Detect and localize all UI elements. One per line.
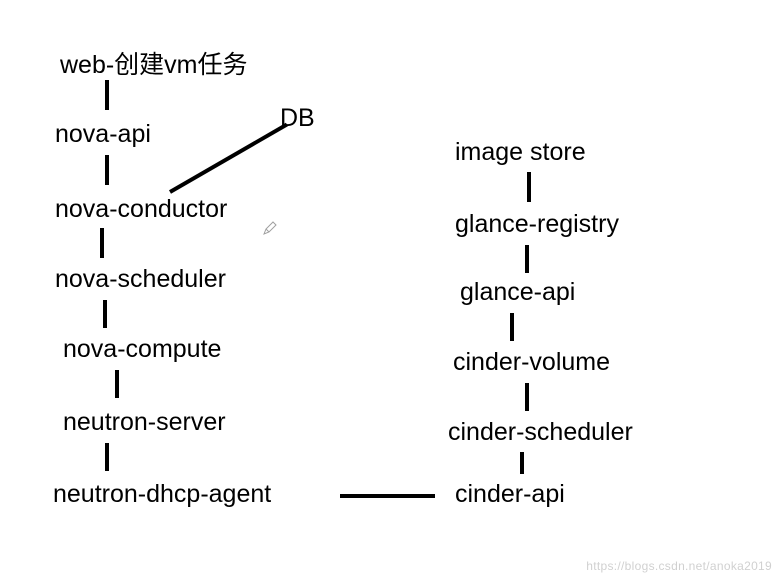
node-cinder-scheduler: cinder-scheduler — [448, 418, 633, 447]
node-db: DB — [280, 104, 315, 133]
node-neutron-server: neutron-server — [63, 408, 226, 437]
node-glance-registry: glance-registry — [455, 210, 619, 239]
edge-compute-to-neutron-server — [115, 370, 119, 398]
edge-glance-api-to-cinder-volume — [510, 313, 514, 341]
edge-cinder-volume-to-scheduler — [525, 383, 529, 411]
node-nova-conductor: nova-conductor — [55, 195, 227, 224]
edge-glance-registry-to-glance-api — [525, 245, 529, 273]
node-image-store: image store — [455, 138, 586, 167]
edge-conductor-to-db — [169, 123, 288, 194]
node-glance-api: glance-api — [460, 278, 575, 307]
edge-neutron-server-to-dhcp — [105, 443, 109, 471]
edge-web-to-nova-api — [105, 80, 109, 110]
node-cinder-api: cinder-api — [455, 480, 565, 509]
node-nova-compute: nova-compute — [63, 335, 221, 364]
edge-cinder-scheduler-to-api — [520, 452, 524, 474]
node-neutron-dhcp-agent: neutron-dhcp-agent — [53, 480, 271, 509]
node-nova-api: nova-api — [55, 120, 151, 149]
edge-scheduler-to-compute — [103, 300, 107, 328]
node-web-create-vm: web-创建vm任务 — [60, 45, 248, 81]
pencil-icon — [262, 220, 278, 236]
edge-image-store-to-glance-registry — [527, 172, 531, 202]
watermark-text: https://blogs.csdn.net/anoka2019 — [586, 559, 772, 573]
edge-nova-api-to-conductor — [105, 155, 109, 185]
edge-neutron-dhcp-to-cinder-api — [340, 494, 435, 498]
node-cinder-volume: cinder-volume — [453, 348, 610, 377]
edge-conductor-to-scheduler — [100, 228, 104, 258]
node-nova-scheduler: nova-scheduler — [55, 265, 226, 294]
